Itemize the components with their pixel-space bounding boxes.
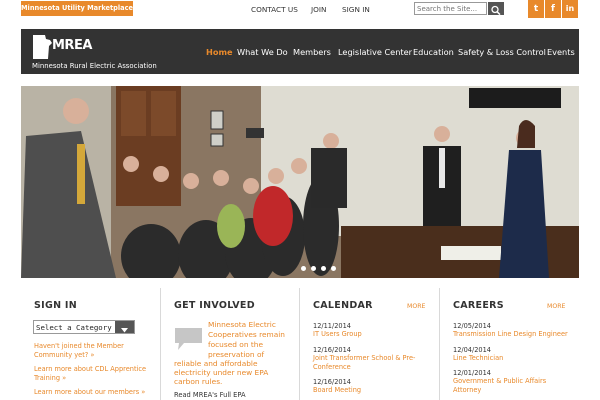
contact-us-link[interactable]: CONTACT US [251, 5, 298, 14]
job-date: 12/05/2014 [453, 322, 492, 330]
job-date: 12/04/2014 [453, 346, 492, 354]
category-select[interactable]: Select a Category [33, 320, 135, 334]
get-involved-text-line: carbon rules. [174, 377, 223, 386]
column-divider [439, 288, 440, 400]
careers-more-link[interactable]: MORE [547, 303, 565, 310]
get-involved-text-line: Minnesota Electric [208, 320, 276, 329]
chevron-down-icon [121, 328, 128, 333]
job-title-link[interactable]: Line Technician [453, 354, 571, 363]
sign-in-title: SIGN IN [34, 300, 78, 311]
get-involved-text-line: reliable and affordable [174, 359, 258, 368]
nav-education[interactable]: Education [413, 47, 454, 57]
search-button[interactable] [488, 2, 504, 16]
join-link[interactable]: JOIN [311, 5, 327, 14]
job-date: 12/01/2014 [453, 369, 492, 377]
get-involved-text-line: preservation of [208, 350, 265, 359]
logo-subtitle: Minnesota Rural Electric Association [32, 62, 157, 70]
nav-events[interactable]: Events [547, 47, 575, 57]
nav-legislative-center[interactable]: Legislative Center [338, 47, 412, 57]
calendar-more-link[interactable]: MORE [407, 303, 425, 310]
event-title-link[interactable]: Joint Transformer School & Pre-Conferenc… [313, 354, 431, 372]
carousel-dot-3[interactable] [321, 266, 326, 271]
top-utility-bar: Minnesota Utility Marketplace » CONTACT … [0, 0, 600, 18]
job-title-link[interactable]: Transmission Line Design Engineer [453, 330, 593, 339]
get-involved-title: GET INVOLVED [174, 300, 255, 311]
careers-title: CAREERS [453, 300, 504, 311]
facebook-icon[interactable]: f [545, 0, 561, 18]
epa-read-more-link[interactable]: Read MREA's Full EPA [174, 391, 246, 399]
nav-home[interactable]: Home [206, 47, 233, 57]
members-link[interactable]: Learn more about our members » [34, 388, 154, 397]
column-divider [160, 288, 161, 400]
calendar-title: CALENDAR [313, 300, 373, 311]
nav-safety-loss-control[interactable]: Safety & Loss Control [458, 47, 546, 57]
get-involved-text-line: electricity under new EPA [174, 368, 269, 377]
marketplace-button[interactable]: Minnesota Utility Marketplace » [21, 1, 140, 16]
get-involved-text-line: Cooperatives remain [208, 330, 285, 339]
search-icon [491, 5, 501, 16]
search-input[interactable] [414, 2, 487, 15]
logo-text[interactable]: MREA [52, 38, 92, 53]
join-community-link[interactable]: Haven't joined the Member Community yet?… [34, 342, 149, 360]
event-date: 12/16/2014 [313, 346, 352, 354]
cdl-training-link[interactable]: Learn more about CDL Apprentice Training… [34, 365, 149, 383]
carousel-dot-2[interactable] [311, 266, 316, 271]
category-select-value: Select a Category [36, 323, 112, 332]
event-date: 12/11/2014 [313, 322, 352, 330]
event-title-link[interactable]: IT Users Group [313, 330, 431, 339]
event-title-link[interactable]: Board Meeting [313, 386, 431, 395]
site-header: MREA Minnesota Rural Electric Associatio… [21, 29, 579, 74]
get-involved-text-line: focused on the [208, 340, 263, 349]
hero-photo-meeting [21, 86, 579, 278]
nav-members[interactable]: Members [293, 47, 331, 57]
dropdown-arrow-button[interactable] [115, 321, 134, 333]
carousel-dot-1[interactable] [301, 266, 306, 271]
hero-carousel[interactable] [21, 86, 579, 278]
nav-what-we-do[interactable]: What We Do [237, 47, 288, 57]
speech-bubble-icon [175, 328, 202, 350]
twitter-icon[interactable]: t [528, 0, 544, 18]
carousel-dot-4[interactable] [331, 266, 336, 271]
sign-in-link[interactable]: SIGN IN [342, 5, 370, 14]
event-date: 12/16/2014 [313, 378, 352, 386]
column-divider [299, 288, 300, 400]
linkedin-icon[interactable]: in [562, 0, 578, 18]
job-title-link[interactable]: Government & Public Affairs Attorney [453, 377, 571, 395]
